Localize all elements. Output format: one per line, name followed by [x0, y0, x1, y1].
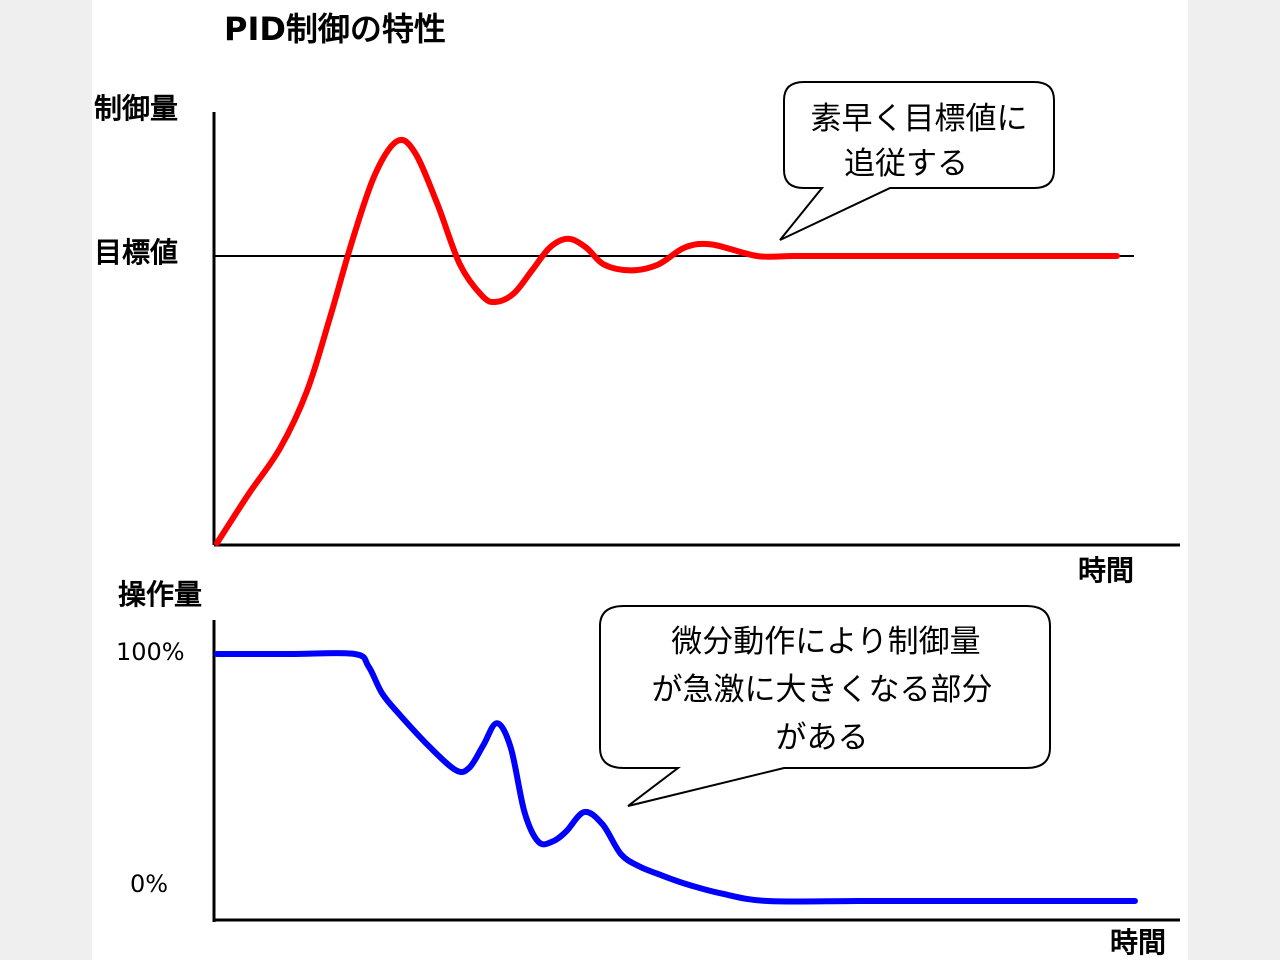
chart-canvas: PID制御の特性 制御量 目標値 時間 素早く目標値に 追従する 操作量 100… [92, 0, 1188, 960]
tick-label-0: 0% [130, 870, 168, 898]
pid-chart: PID制御の特性 制御量 目標値 時間 素早く目標値に 追従する 操作量 100… [94, 10, 1180, 959]
bottom-callout-line-2: が急激に大きくなる部分 [652, 672, 993, 708]
top-y-axis-label: 制御量 [94, 92, 178, 125]
control-variable-line [214, 136, 1120, 546]
top-callout-line-1: 素早く目標値に [811, 101, 1028, 137]
bottom-callout-line-3: がある [776, 720, 869, 756]
bottom-chart: 操作量 100% 0% 時間 微分動作により制御量 が急激に大きくなる部分 があ… [116, 578, 1180, 959]
chart-title: PID制御の特性 [224, 10, 446, 48]
top-chart: 制御量 目標値 時間 素早く目標値に 追従する [94, 81, 1180, 587]
top-callout-line-2: 追従する [844, 146, 968, 182]
bottom-callout-line-1: 微分動作により制御量 [671, 624, 980, 660]
bottom-x-axis-label: 時間 [1110, 926, 1166, 959]
tick-label-100: 100% [116, 638, 185, 666]
bottom-y-axis-label: 操作量 [118, 578, 202, 611]
top-x-axis-label: 時間 [1078, 554, 1134, 587]
target-value-tick-label: 目標値 [94, 236, 178, 269]
